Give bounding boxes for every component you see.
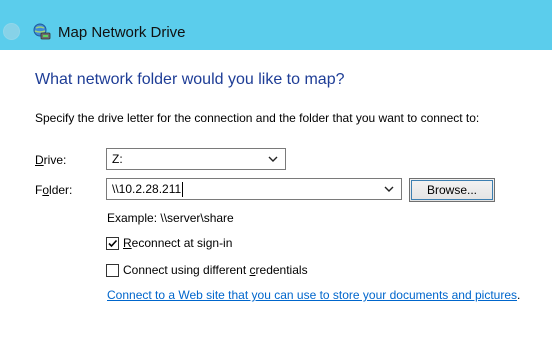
reconnect-label: Reconnect at sign-in [123,236,233,250]
instruction-text: Specify the drive letter for the connect… [35,111,480,125]
drive-label: Drive: [35,153,67,167]
chevron-down-icon [268,156,278,162]
network-drive-icon [33,23,51,40]
folder-label: Folder: [35,183,73,197]
text-cursor [182,182,183,197]
drive-select-value: Z: [112,152,123,166]
credentials-checkbox[interactable] [106,264,119,277]
chevron-down-icon[interactable] [383,182,395,196]
credentials-label: Connect using different credentials [123,263,308,277]
title-bar: Map Network Drive [0,0,552,50]
drive-select[interactable]: Z: [106,148,286,170]
browse-button[interactable]: Browse... [409,178,495,202]
folder-input-value[interactable]: \\10.2.28.211 [112,182,181,196]
reconnect-checkbox[interactable] [106,237,119,250]
folder-combobox[interactable]: \\10.2.28.211 [106,178,402,200]
checkmark-icon [108,239,118,248]
back-arrow-icon[interactable] [3,23,20,40]
example-text: Example: \\server\share [107,211,234,225]
browse-button-label: Browse... [426,183,477,197]
web-site-link[interactable]: Connect to a Web site that you can use t… [107,288,520,302]
window-title: Map Network Drive [58,24,186,41]
page-heading: What network folder would you like to ma… [35,71,345,88]
